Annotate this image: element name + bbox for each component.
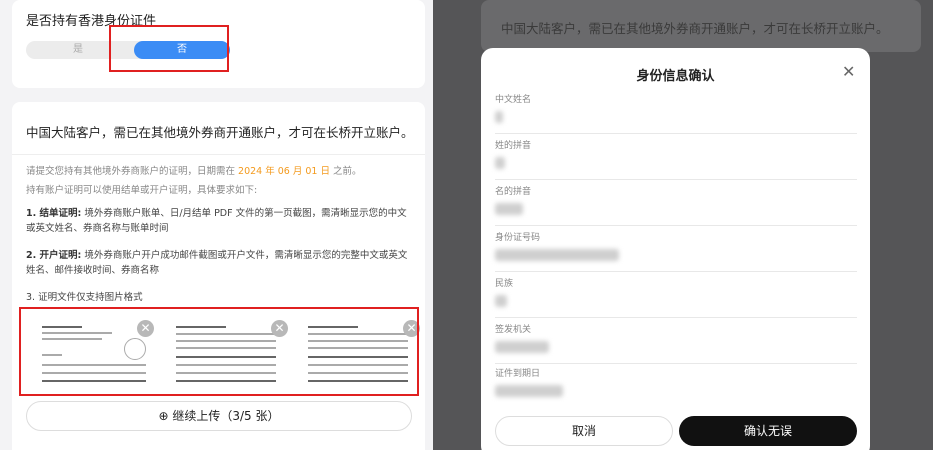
redacted-value (495, 249, 619, 261)
field-id-number: 身份证号码 (495, 230, 857, 272)
left-panel: 是否持有香港身份证件 是 否 中国大陆客户，需已在其他境外券商开通账户，才可在长… (0, 0, 433, 450)
right-panel: 中国大陆客户，需已在其他境外券商开通账户，才可在长桥开立账户。 身份信息确认 ✕… (433, 0, 933, 450)
image-format-note: 3. 证明文件仅支持图片格式 (26, 292, 143, 303)
dimmed-background-card: 中国大陆客户，需已在其他境外券商开通账户，才可在长桥开立账户。 (481, 0, 921, 52)
confirm-button[interactable]: 确认无误 (679, 416, 857, 446)
account-opening-proof-item: 2. 开户证明: 境外券商账户开户成功邮件截图或开户文件，需清晰显示您的完整中文… (26, 250, 408, 276)
upload-icon: ⊕ (158, 409, 169, 423)
field-surname-pinyin: 姓的拼音 (495, 138, 857, 180)
field-issuing-authority: 签发机关 (495, 322, 857, 364)
upload-label: 继续上传（3/5 张） (172, 409, 280, 423)
highlight-box-option (109, 25, 229, 72)
field-chinese-name: 中文姓名 (495, 92, 857, 134)
highlight-box-images (19, 307, 419, 396)
statement-proof-item: 1. 结单证明: 境外券商账户账单、日/月结单 PDF 文件的第一页截图，需清晰… (26, 208, 407, 234)
redacted-value (495, 203, 523, 215)
identity-confirm-modal: 身份信息确认 ✕ 中文姓名 姓的拼音 名的拼音 身份证号码 民族 签发机关 证件… (481, 48, 870, 450)
proof-upload-card: 中国大陆客户，需已在其他境外券商开通账户，才可在长桥开立账户。 请提交您持有其他… (12, 102, 425, 450)
modal-title: 身份信息确认 (636, 69, 715, 84)
field-expiry-date: 证件到期日 (495, 366, 857, 397)
mainland-notice: 中国大陆客户，需已在其他境外券商开通账户，才可在长桥开立账户。 (26, 125, 414, 140)
field-ethnicity: 民族 (495, 276, 857, 318)
redacted-value (495, 157, 505, 169)
redacted-value (495, 385, 563, 397)
continue-upload-button[interactable]: ⊕ 继续上传（3/5 张） (26, 401, 412, 431)
cancel-button[interactable]: 取消 (495, 416, 673, 446)
redacted-value (495, 111, 503, 123)
deadline-date: 2024 年 06 月 01 日 (238, 166, 330, 177)
description: 请提交您持有其他境外券商账户的证明，日期需在 2024 年 06 月 01 日 … (26, 166, 362, 177)
redacted-value (495, 295, 507, 307)
description-requirements: 持有账户证明可以使用结单或开户证明，具体要求如下: (26, 185, 258, 196)
redacted-value (495, 341, 549, 353)
field-given-name-pinyin: 名的拼音 (495, 184, 857, 226)
close-icon[interactable]: ✕ (842, 62, 855, 81)
divider (12, 154, 425, 155)
dimmed-notice: 中国大陆客户，需已在其他境外券商开通账户，才可在长桥开立账户。 (501, 21, 889, 36)
